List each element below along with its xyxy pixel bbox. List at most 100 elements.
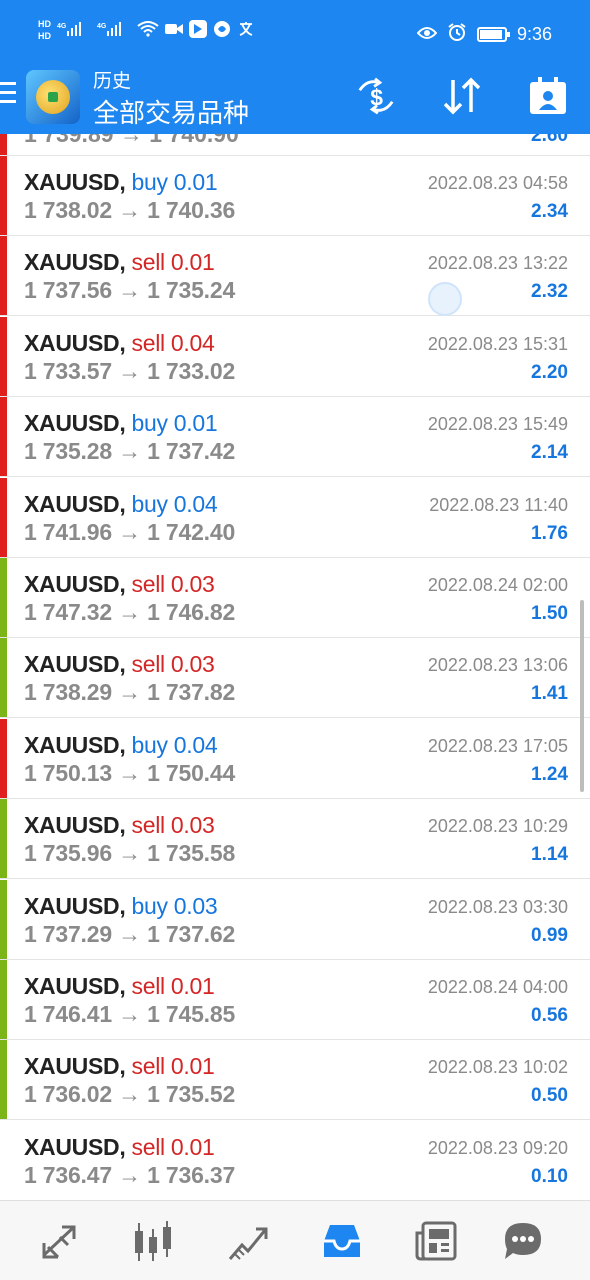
trade-row[interactable]: XAUUSD, sell 0.03 1 735.96 → 1 735.58 2022… [0, 799, 590, 880]
trade-time: 2022.08.23 11:40 [429, 494, 568, 515]
trade-volume: 0.03 [170, 812, 215, 839]
symbol-label: XAUUSD [24, 169, 120, 195]
arrow-right-icon: → [111, 840, 148, 867]
news-icon[interactable] [415, 1219, 459, 1263]
row-title: XAUUSD, sell 0.04 [24, 330, 215, 357]
history-icon[interactable] [320, 1219, 364, 1263]
trade-row[interactable]: XAUUSD, buy 0.01 1 738.02 → 1 740.36 2022.… [0, 156, 590, 236]
row-color-bar [0, 1120, 7, 1200]
row-prices: 1 736.02 → 1 735.52 [24, 1081, 235, 1108]
trade-profit: 2.20 [531, 361, 568, 383]
row-prices: 1 737.56 → 1 735.24 [24, 277, 235, 304]
row-color-bar [0, 799, 7, 879]
trade-profit: 0.10 [531, 1165, 568, 1187]
symbol-label: XAUUSD [24, 892, 120, 919]
trade-volume: 0.01 [173, 410, 218, 437]
menu-line-icon [0, 100, 16, 103]
menu-button[interactable] [0, 82, 20, 110]
row-color-bar [0, 638, 7, 718]
logo-chart-mark [48, 92, 58, 102]
scrollbar[interactable] [580, 600, 584, 792]
app-notification-icon [189, 19, 207, 41]
row-title: XAUUSD, buy 0.01 [24, 169, 218, 196]
trade-row[interactable]: XAUUSD, sell 0.03 1 747.32 → 1 746.82 2022… [0, 558, 590, 638]
trade-profit: 1.76 [531, 522, 568, 544]
trade-history-list[interactable]: XAUUSD, buy 0.01 1 738.02 → 1 740.36 2022.… [0, 134, 590, 1200]
row-prices: 1 747.32 → 1 746.82 [24, 599, 235, 626]
close-price: 1 736.37 [147, 1161, 236, 1188]
separator: , [119, 973, 132, 999]
trade-volume: 0.04 [170, 329, 215, 356]
symbol-filter-label[interactable]: 全部交易品种 [93, 93, 249, 130]
symbol-label: XAUUSD [24, 329, 120, 356]
quotes-icon[interactable] [38, 1219, 82, 1263]
open-price: 1 735.96 [24, 840, 112, 867]
trade-row[interactable]: XAUUSD, buy 0.03 1 737.29 → 1 737.62 2022.… [0, 879, 590, 960]
chart-icon[interactable] [131, 1219, 175, 1263]
close-price: 1 737.82 [147, 679, 236, 706]
trade-side: sell [131, 973, 166, 999]
close-price: 1 746.82 [147, 599, 236, 625]
close-price: 1 733.02 [147, 357, 236, 384]
trade-row[interactable]: XAUUSD, sell 0.04 1 733.57 → 1 733.02 2022… [0, 316, 590, 397]
row-title: XAUUSD, sell 0.01 [24, 1053, 215, 1080]
trade-time: 2022.08.23 13:06 [427, 655, 568, 676]
top-bar: HD HD 4G 4G 9:36 历史 全部交易品种 $ [0, 0, 590, 134]
calendar-icon[interactable] [526, 74, 570, 118]
shop-icon [213, 20, 231, 41]
trade-volume: 0.03 [173, 892, 218, 919]
currency-swap-icon[interactable]: $ [354, 74, 398, 118]
trade-side: sell [131, 329, 166, 356]
trade-profit: 2.34 [531, 201, 568, 222]
separator: , [119, 169, 132, 195]
open-price: 1 741.96 [24, 518, 112, 545]
open-price: 1 738.29 [24, 679, 112, 706]
open-price: 1 735.28 [24, 438, 112, 465]
row-title: XAUUSD, sell 0.01 [24, 973, 215, 1000]
trade-row[interactable]: XAUUSD, buy 0.01 1 735.28 → 1 737.42 2022.… [0, 397, 590, 478]
trade-side: buy [131, 169, 168, 195]
row-prices: 1 733.57 → 1 733.02 [24, 358, 235, 385]
separator: , [119, 571, 132, 597]
trade-row[interactable]: XAUUSD, sell 0.01 1 746.41 → 1 745.85 2022… [0, 960, 590, 1040]
translate-icon [237, 20, 255, 41]
arrow-right-icon: → [111, 197, 148, 223]
trade-row[interactable]: XAUUSD, sell 0.03 1 738.29 → 1 737.82 2022… [0, 638, 590, 719]
open-price: 1 737.56 [24, 277, 112, 304]
row-prices: 1 735.96 → 1 735.58 [24, 840, 235, 867]
trade-profit: 0.99 [531, 924, 568, 946]
trade-icon[interactable] [226, 1219, 270, 1263]
trade-time: 2022.08.24 02:00 [427, 575, 568, 595]
trade-row[interactable]: XAUUSD, buy 0.04 1 750.13 → 1 750.44 2022.… [0, 718, 590, 799]
trade-row[interactable]: XAUUSD, sell 0.01 1 737.56 → 1 735.24 2022… [0, 236, 590, 317]
arrow-right-icon: → [111, 357, 148, 384]
trade-row[interactable]: XAUUSD, sell 0.01 1 736.47 → 1 736.37 2022… [0, 1120, 590, 1200]
battery-icon [476, 27, 510, 42]
trade-volume: 0.01 [170, 973, 215, 999]
symbol-label: XAUUSD [24, 973, 120, 999]
trade-profit: 1.41 [531, 683, 568, 705]
trade-profit: 0.56 [531, 1005, 568, 1026]
sort-icon[interactable] [440, 74, 484, 118]
arrow-right-icon: → [111, 759, 148, 786]
trade-time: 2022.08.23 04:58 [427, 173, 568, 193]
alarm-icon [447, 22, 467, 47]
trade-volume: 0.01 [170, 1053, 215, 1080]
chat-icon[interactable] [501, 1219, 545, 1263]
arrow-right-icon: → [111, 679, 148, 706]
separator: , [119, 651, 132, 678]
symbol-label: XAUUSD [24, 812, 120, 839]
row-prices: 1 736.47 → 1 736.37 [24, 1162, 235, 1189]
row-prices: 1 738.29 → 1 737.82 [24, 679, 235, 706]
separator: , [119, 329, 132, 356]
trade-side: sell [131, 1133, 166, 1160]
row-title: XAUUSD, buy 0.01 [24, 410, 218, 437]
row-color-bar [0, 477, 7, 557]
hd-indicator: HD HD [38, 18, 51, 42]
trade-volume: 0.04 [173, 731, 218, 758]
trade-row[interactable]: XAUUSD, sell 0.01 1 736.02 → 1 735.52 2022… [0, 1040, 590, 1121]
trade-row[interactable]: XAUUSD, buy 0.04 1 741.96 → 1 742.40 2022.… [0, 477, 590, 558]
separator: , [119, 812, 132, 839]
close-price: 1 735.58 [147, 840, 236, 867]
close-price: 1 737.42 [147, 438, 236, 465]
